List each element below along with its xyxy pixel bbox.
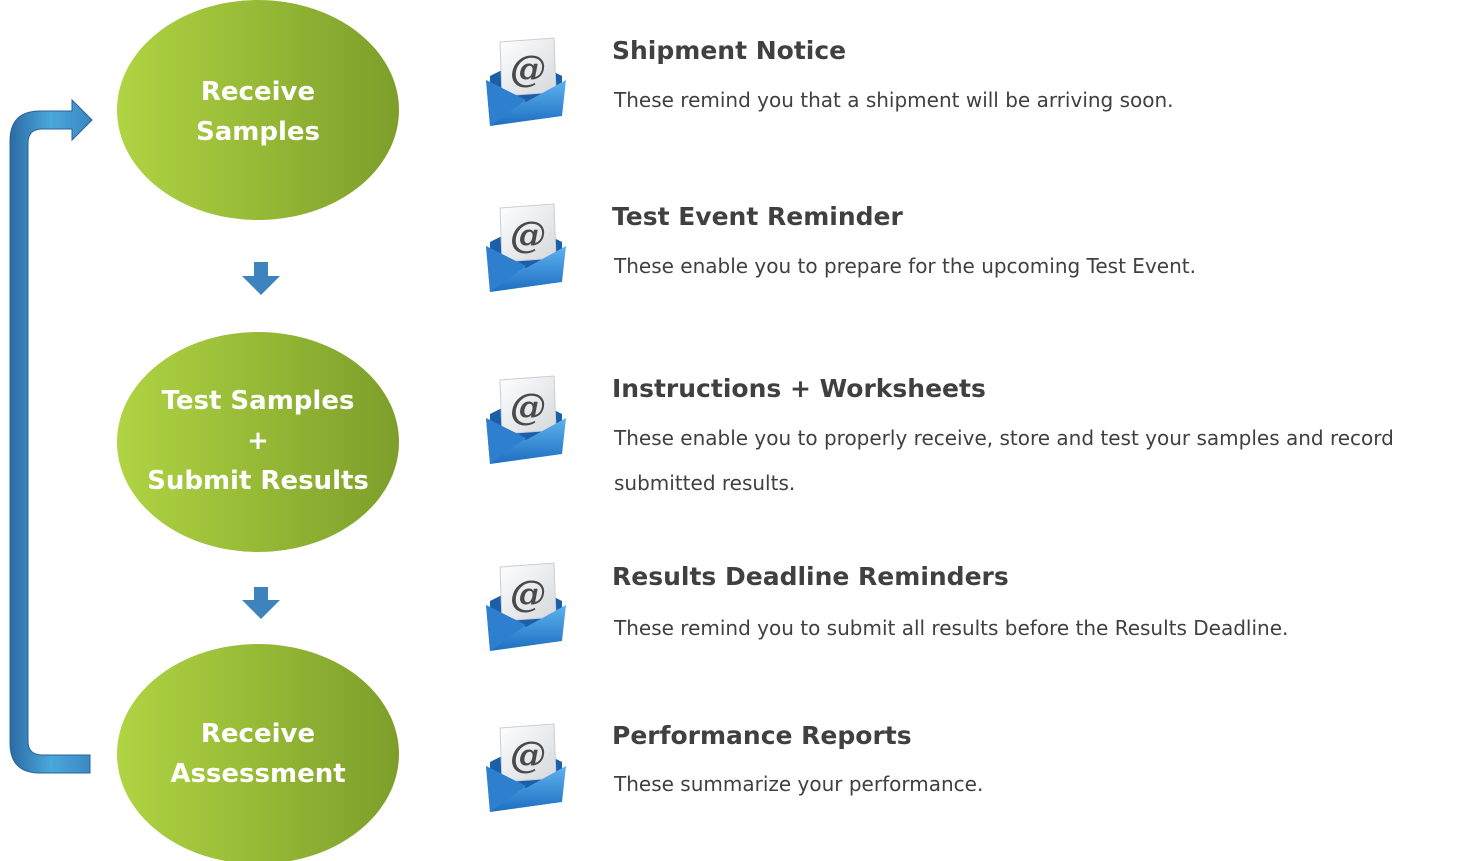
svg-text:@: @ [510,214,546,256]
email-at-icon: @ [486,723,566,812]
notification-title: Performance Reports [612,721,912,750]
step-label-test-submit: Test Samples + Submit Results [118,381,398,501]
step-label-receive-samples: Receive Samples [118,72,398,152]
email-at-icon: @ [486,375,566,464]
svg-text:@: @ [510,48,546,90]
svg-text:@: @ [510,734,546,776]
step-label-receive-assessment: Receive Assessment [118,714,398,794]
svg-text:@: @ [510,386,546,428]
down-arrow-icon [242,587,280,619]
down-arrow-icon [242,262,280,295]
step-line: + [247,426,269,456]
svg-text:@: @ [510,573,546,615]
email-at-icon: @ [486,562,566,651]
notification-description: These remind you to submit all results b… [614,616,1289,640]
loop-back-arrow [9,98,93,774]
step-line: Samples [196,117,320,147]
email-at-icon: @ [486,203,566,292]
notification-title: Results Deadline Reminders [612,562,1009,591]
step-line: Assessment [170,759,346,789]
notification-description: These remind you that a shipment will be… [614,88,1174,112]
notification-title: Shipment Notice [612,36,847,65]
notification-description: These enable you to properly receive, st… [614,426,1394,495]
notification-title: Test Event Reminder [612,202,903,231]
step-line: Receive [200,719,316,749]
step-line: Receive [200,77,316,107]
notification-description: These enable you to prepare for the upco… [614,254,1196,278]
step-line: Submit Results [147,466,369,496]
email-at-icon: @ [486,37,566,126]
step-line: Test Samples [161,386,355,416]
workflow-diagram: Receive Samples Test Samples + Submit Re… [0,0,1462,861]
notification-title: Instructions + Worksheets [612,374,986,403]
notification-description: These summarize your performance. [614,772,984,796]
